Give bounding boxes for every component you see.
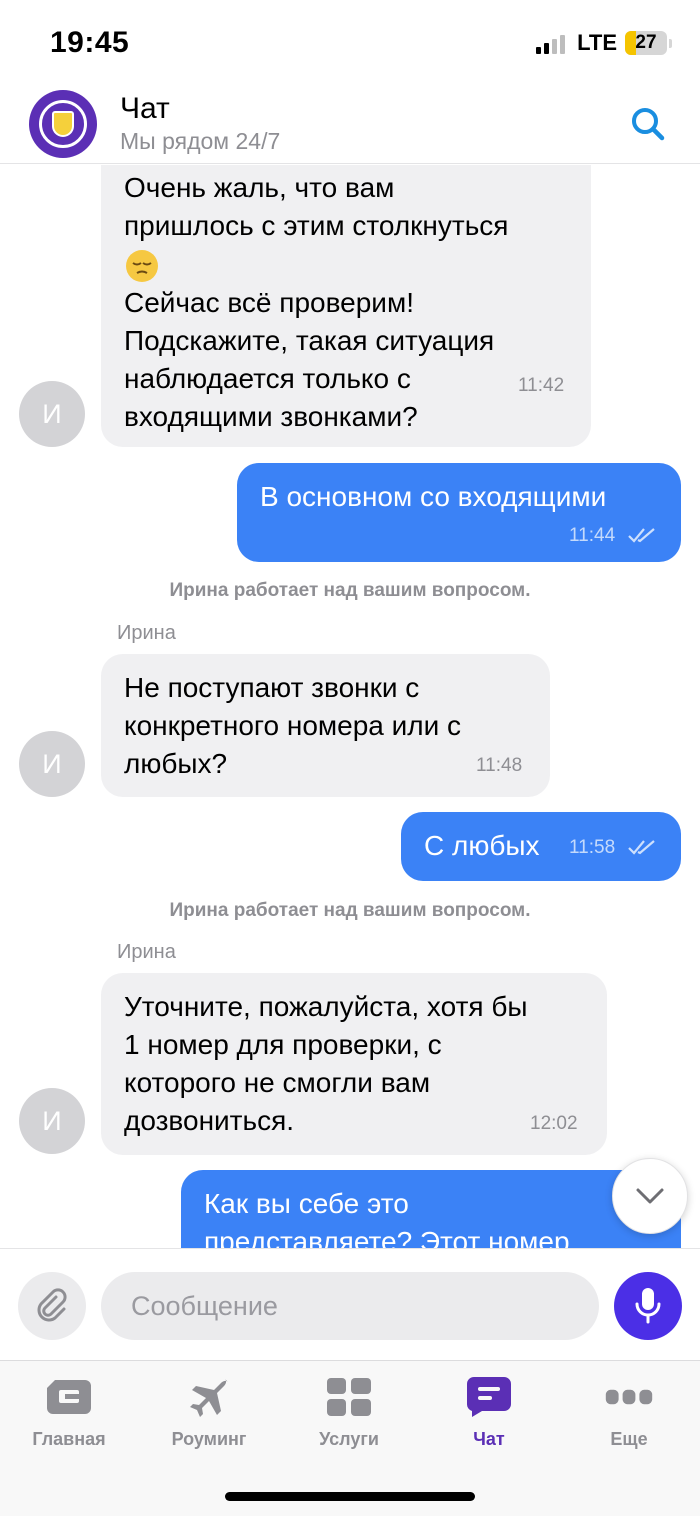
system-notice: Ирина работает над вашим вопросом. xyxy=(169,900,531,921)
message-time: 11:58 xyxy=(569,837,616,858)
chevron-down-icon xyxy=(636,1188,664,1204)
incoming-message: Не поступают звонки с конкретного номера… xyxy=(101,654,550,797)
message-text: В основном со входящими xyxy=(260,481,607,512)
bank-logo xyxy=(29,90,97,158)
agent-avatar: И xyxy=(19,381,85,447)
message-text: С любых xyxy=(424,830,540,861)
message-text: Как вы себе это представляете? Этот номе… xyxy=(204,1185,664,1248)
tab-label: Роуминг xyxy=(171,1429,247,1449)
message-time: 11:44 xyxy=(569,525,616,546)
incoming-message: Очень жаль, что вам пришлось с этим стол… xyxy=(101,165,591,447)
tab-chat[interactable]: Чат xyxy=(429,1375,549,1450)
microphone-icon xyxy=(635,1288,661,1324)
message-time: 11:48 xyxy=(476,755,523,776)
voice-message-button[interactable] xyxy=(614,1272,682,1340)
tab-label: Главная xyxy=(32,1429,106,1449)
chat-title: Чат xyxy=(120,92,170,125)
tab-label: Услуги xyxy=(319,1429,379,1449)
read-ticks-icon xyxy=(628,840,655,855)
message-line: Сейчас всё проверим! xyxy=(124,286,414,318)
message-line: Как вы себе это xyxy=(204,1188,409,1219)
bottom-tab-bar: Главная Роуминг Услуги Чат Еще xyxy=(0,1360,700,1516)
attach-button[interactable] xyxy=(18,1272,86,1340)
message-line: входящими звонками? xyxy=(124,400,418,432)
outgoing-message: С любых 11:58 xyxy=(401,812,681,881)
chat-header: Чат Мы рядом 24/7 xyxy=(0,88,700,164)
message-line: Подскажите, такая ситуация xyxy=(124,324,495,356)
pensive-face-emoji xyxy=(124,245,584,284)
message-line: пришлось с этим столкнуться xyxy=(124,210,509,241)
message-line: Очень жаль, что вам xyxy=(124,172,395,203)
status-time: 19:45 xyxy=(50,26,130,59)
paperclip-icon xyxy=(37,1288,67,1322)
message-line: Уточните, пожалуйста, хотя бы xyxy=(124,991,528,1022)
message-list[interactable]: И Очень жаль, что вам пришлось с этим ст… xyxy=(0,165,700,1248)
status-bar: 19:45 LTE 27 xyxy=(0,0,700,88)
tab-more[interactable]: Еще xyxy=(569,1375,689,1450)
battery-level: 27 xyxy=(635,32,657,53)
tab-roaming[interactable]: Роуминг xyxy=(149,1375,269,1450)
incoming-message: Уточните, пожалуйста, хотя бы 1 номер дл… xyxy=(101,973,607,1155)
battery-icon: 27 xyxy=(625,31,672,55)
chat-icon xyxy=(465,1375,513,1419)
sender-name: Ирина xyxy=(117,941,176,963)
sender-name: Ирина xyxy=(117,622,176,644)
outgoing-message: В основном со входящими 11:44 xyxy=(237,463,681,562)
message-time: 11:42 xyxy=(518,375,565,396)
network-type: LTE xyxy=(577,30,617,55)
grid-icon xyxy=(325,1375,373,1419)
chat-subtitle: Мы рядом 24/7 xyxy=(120,128,281,154)
more-icon xyxy=(605,1375,653,1419)
message-line: которого не смогли вам xyxy=(124,1067,431,1098)
message-line: 1 номер для проверки, с xyxy=(124,1029,442,1060)
message-composer xyxy=(0,1248,700,1360)
message-input[interactable] xyxy=(101,1272,599,1340)
agent-avatar: И xyxy=(19,1088,85,1154)
system-notice: Ирина работает над вашим вопросом. xyxy=(169,580,531,601)
search-icon[interactable] xyxy=(628,104,668,144)
airplane-icon xyxy=(185,1375,233,1419)
status-indicators: LTE 27 xyxy=(536,30,672,56)
message-line: Не поступают звонки с xyxy=(124,672,420,703)
scroll-to-bottom-button[interactable] xyxy=(612,1158,688,1234)
signal-icon xyxy=(536,32,566,54)
message-time: 12:02 xyxy=(530,1113,578,1134)
home-indicator xyxy=(225,1492,475,1501)
read-ticks-icon xyxy=(628,528,655,543)
tab-label: Чат xyxy=(473,1429,505,1449)
tab-home[interactable]: Главная xyxy=(9,1375,129,1450)
message-line: представляете? Этот номер xyxy=(204,1226,570,1248)
message-line: конкретного номера или с xyxy=(124,710,462,741)
home-card-icon xyxy=(45,1375,93,1419)
message-text: Очень жаль, что вам пришлось с этим стол… xyxy=(124,169,584,436)
tab-label: Еще xyxy=(610,1429,648,1449)
agent-avatar: И xyxy=(19,731,85,797)
message-line: наблюдается только с xyxy=(124,362,411,394)
tab-services[interactable]: Услуги xyxy=(289,1375,409,1450)
outgoing-message: Как вы себе это представляете? Этот номе… xyxy=(181,1170,681,1248)
